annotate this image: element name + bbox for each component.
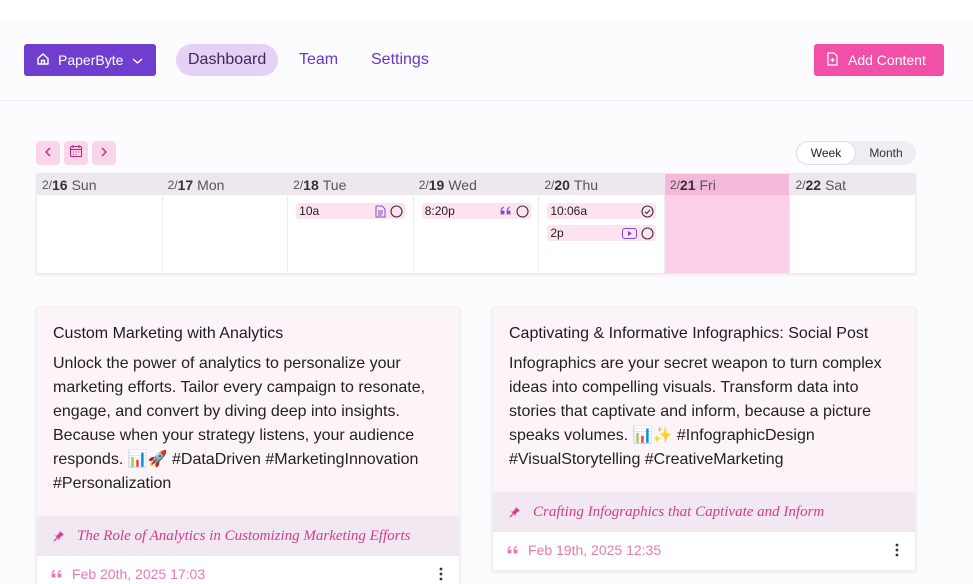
- calendar-prev-button[interactable]: [36, 141, 60, 165]
- circle-icon[interactable]: [516, 204, 529, 218]
- calendar-event[interactable]: 2p: [547, 225, 657, 241]
- day-header: 2/16 Sun: [37, 174, 162, 195]
- week-calendar: 2/16 Sun 2/17 Mon 2/18 Tue 10a 2/19 Wed 8:20…: [36, 173, 916, 274]
- day-month: 2/: [544, 177, 555, 192]
- card-text: Infographics are your secret weapon to t…: [509, 355, 882, 468]
- card-topic[interactable]: The Role of Analytics in Customizing Mar…: [37, 516, 459, 556]
- day-month: 2/: [167, 177, 178, 192]
- day-number: 21: [679, 176, 696, 193]
- calendar-icon: [69, 144, 83, 163]
- calendar-day-tue[interactable]: 2/18 Tue 10a: [288, 174, 414, 273]
- workspace-switcher-button[interactable]: PaperByte: [24, 44, 156, 76]
- more-options-icon[interactable]: [895, 543, 899, 560]
- event-time: 10a: [299, 204, 320, 218]
- video-icon: [622, 227, 638, 239]
- calendar-today-button[interactable]: [64, 141, 88, 165]
- nav-link-settings[interactable]: Settings: [371, 44, 429, 76]
- card-footer: Feb 19th, 2025 12:35: [493, 532, 915, 568]
- pin-icon: [53, 530, 65, 542]
- top-strip: [0, 0, 973, 20]
- calendar-day-thu[interactable]: 2/20 Thu 10:06a 2p: [539, 174, 665, 273]
- day-header: 2/19 Wed: [413, 174, 539, 195]
- card-title: Custom Marketing with Analytics: [53, 325, 284, 342]
- day-month: 2/: [669, 177, 680, 192]
- calendar-next-button[interactable]: [92, 141, 116, 165]
- calendar-day-fri[interactable]: 2/21 Fri: [664, 174, 791, 273]
- calendar-day-mon[interactable]: 2/17 Mon: [162, 174, 289, 273]
- content-card[interactable]: Custom Marketing with Analytics Unlock t…: [36, 307, 460, 584]
- calendar-day-wed[interactable]: 2/19 Wed 8:20p: [413, 174, 540, 273]
- calendar-event[interactable]: 10:06a: [547, 203, 657, 219]
- workspace-label: PaperByte: [58, 52, 124, 68]
- day-number: 17: [177, 176, 194, 193]
- day-header: 2/20 Thu: [539, 174, 664, 195]
- circle-icon[interactable]: [641, 226, 654, 240]
- view-option-month[interactable]: Month: [858, 142, 914, 164]
- calendar-event[interactable]: 10a: [296, 203, 406, 219]
- top-nav: PaperByte Dashboard Team Settings Add Co…: [0, 20, 973, 101]
- nav-link-team[interactable]: Team: [299, 44, 338, 76]
- card-timestamp: Feb 20th, 2025 17:03: [72, 566, 206, 582]
- quote-icon: [500, 206, 512, 216]
- card-footer: Feb 20th, 2025 17:03: [37, 556, 459, 584]
- view-toggle: Week Month: [796, 141, 916, 165]
- card-title: Captivating & Informative Infographics: …: [509, 325, 869, 342]
- event-time: 10:06a: [550, 204, 588, 218]
- add-document-icon: [826, 51, 839, 69]
- card-body: Custom Marketing with Analytics Unlock t…: [37, 308, 459, 516]
- day-month: 2/: [418, 177, 429, 192]
- pin-icon: [509, 506, 521, 518]
- circle-icon[interactable]: [390, 204, 403, 218]
- card-text: Unlock the power of analytics to persona…: [53, 355, 426, 492]
- check-circle-icon[interactable]: [641, 204, 654, 218]
- day-number: 16: [52, 176, 68, 193]
- nav-link-dashboard[interactable]: Dashboard: [176, 44, 279, 76]
- day-name: Tue: [322, 176, 347, 193]
- event-time: 2p: [550, 226, 564, 240]
- card-body: Captivating & Informative Infographics: …: [493, 308, 915, 492]
- card-topic-label: Crafting Infographics that Captivate and…: [533, 503, 825, 520]
- day-month: 2/: [293, 177, 304, 192]
- card-timestamp: Feb 19th, 2025 12:35: [528, 542, 662, 558]
- day-name: Sun: [71, 176, 97, 193]
- day-name: Mon: [197, 176, 225, 193]
- home-icon: [36, 52, 50, 69]
- view-option-week[interactable]: Week: [797, 142, 855, 164]
- card-topic-label: The Role of Analytics in Customizing Mar…: [77, 527, 411, 544]
- day-name: Fri: [699, 176, 716, 193]
- day-month: 2/: [42, 177, 53, 192]
- content-card[interactable]: Captivating & Informative Infographics: …: [492, 307, 916, 571]
- document-icon: [375, 205, 386, 218]
- day-header: 2/17 Mon: [162, 174, 288, 195]
- day-name: Sat: [825, 176, 847, 193]
- day-number: 20: [554, 176, 570, 193]
- day-number: 18: [303, 176, 319, 193]
- add-content-label: Add Content: [848, 52, 926, 68]
- calendar-day-sun[interactable]: 2/16 Sun: [37, 174, 163, 273]
- day-month: 2/: [795, 177, 806, 192]
- chevron-down-icon: [132, 52, 143, 68]
- day-header: 2/22 Sat: [790, 174, 916, 195]
- day-number: 22: [805, 176, 822, 193]
- calendar-day-sat[interactable]: 2/22 Sat: [790, 174, 916, 273]
- more-options-icon[interactable]: [439, 567, 443, 584]
- chevron-left-icon: [44, 144, 52, 162]
- day-name: Thu: [573, 176, 599, 193]
- day-header: 2/18 Tue: [288, 174, 413, 195]
- day-number: 19: [428, 176, 445, 193]
- day-name: Wed: [448, 176, 477, 193]
- calendar-event[interactable]: 8:20p: [421, 203, 531, 219]
- day-header: 2/21 Fri: [664, 174, 790, 195]
- card-topic[interactable]: Crafting Infographics that Captivate and…: [493, 492, 915, 532]
- chevron-right-icon: [100, 144, 108, 162]
- add-content-button[interactable]: Add Content: [814, 44, 944, 76]
- quote-icon: [51, 569, 63, 579]
- event-time: 8:20p: [424, 204, 455, 218]
- quote-icon: [507, 545, 519, 555]
